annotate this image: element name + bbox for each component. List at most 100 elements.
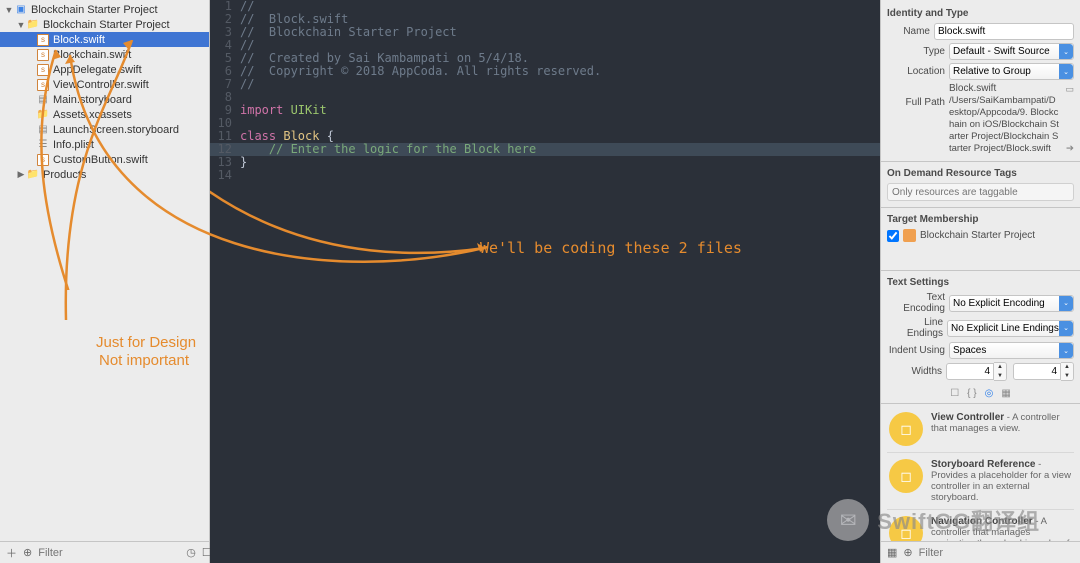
file-label: AppDelegate.swift [53, 64, 142, 76]
swift-file-icon: s [36, 78, 50, 92]
field-label: Text Encoding [887, 292, 945, 314]
line-endings-select[interactable]: No Explicit Line Endings [947, 320, 1074, 337]
section-title: On Demand Resource Tags [887, 168, 1074, 179]
group-name: Blockchain Starter Project [43, 19, 170, 31]
watermark: ✉ SwiftGG翻译组 [827, 499, 1040, 541]
chevron-down-icon: ⌄ [1059, 343, 1073, 358]
stepper-up-icon[interactable]: ▲ [994, 363, 1006, 372]
indent-width-input[interactable] [1013, 363, 1061, 380]
file-label: Assets.xcassets [53, 109, 132, 121]
folder-icon: 📁 [26, 18, 40, 32]
target-checkbox[interactable] [887, 230, 899, 242]
library-item[interactable]: ◻View Controller - A controller that man… [887, 406, 1074, 453]
xcode-project-icon: ▣ [14, 3, 28, 17]
products-group[interactable]: ▶ 📁 Products [0, 167, 209, 182]
disclosure-icon[interactable]: ▶ [16, 169, 26, 180]
folder-icon[interactable]: ▭ [1065, 84, 1074, 95]
stepper-down-icon[interactable]: ▼ [994, 372, 1006, 381]
field-label: Location [887, 66, 945, 77]
project-navigator: ▼ ▣ Blockchain Starter Project ▼ 📁 Block… [0, 0, 210, 563]
object-icon: ◻ [889, 412, 923, 446]
swift-file-icon: s [36, 153, 50, 167]
file-row[interactable]: ▤Main.storyboard [0, 92, 209, 107]
code-snippet-tab-icon[interactable]: { } [967, 388, 976, 399]
grid-view-icon[interactable]: ▦ [887, 546, 897, 559]
navigator-list[interactable]: ▼ ▣ Blockchain Starter Project ▼ 📁 Block… [0, 0, 209, 541]
recent-icon[interactable]: ◷ [186, 546, 196, 560]
stepper-up-icon[interactable]: ▲ [1061, 363, 1073, 372]
file-row[interactable]: sBlock.swift [0, 32, 209, 47]
file-label: Blockchain.swift [53, 49, 131, 61]
assets-icon: 📁 [36, 108, 50, 122]
filter-icon[interactable]: ⊕ [23, 546, 32, 560]
swift-file-icon: s [36, 33, 50, 47]
field-label: Line Endings [887, 317, 943, 339]
relative-path: Block.swift▭ [949, 83, 1074, 94]
library-footer: ▦ ⊕ [881, 541, 1080, 563]
inspector-panel: Identity and Type Name Type Default - Sw… [880, 0, 1080, 563]
file-label: Info.plist [53, 139, 94, 151]
object-icon: ◻ [889, 459, 923, 493]
swift-file-icon: s [36, 48, 50, 62]
project-name: Blockchain Starter Project [31, 4, 158, 16]
media-library-tab-icon[interactable]: ▦ [1001, 388, 1010, 399]
type-select[interactable]: Default - Swift Source [949, 43, 1074, 60]
source-editor[interactable]: 1//2// Block.swift3// Blockchain Starter… [210, 0, 880, 563]
chevron-down-icon: ⌄ [1059, 64, 1073, 79]
section-title: Identity and Type [887, 8, 1074, 19]
file-template-tab-icon[interactable]: ☐ [950, 388, 959, 399]
tab-width-input[interactable] [946, 363, 994, 380]
target-name: Blockchain Starter Project [920, 230, 1035, 241]
wechat-icon: ✉ [827, 499, 869, 541]
field-label: Full Path [887, 97, 945, 108]
file-row[interactable]: ☰Info.plist [0, 137, 209, 152]
library-item-title: Storyboard Reference [931, 459, 1035, 470]
field-label: Indent Using [887, 345, 945, 356]
disclosure-icon[interactable]: ▼ [4, 5, 14, 15]
name-input[interactable] [934, 23, 1074, 40]
chevron-down-icon: ⌄ [1059, 321, 1073, 336]
file-label: ViewController.swift [53, 79, 149, 91]
library-item-title: View Controller [931, 412, 1004, 423]
navigator-footer: ＋ ⊕ ◷ ☐ [0, 541, 209, 563]
chevron-down-icon: ⌄ [1059, 296, 1073, 311]
stepper-down-icon[interactable]: ▼ [1061, 372, 1073, 381]
file-row[interactable]: sViewController.swift [0, 77, 209, 92]
filter-icon[interactable]: ⊕ [903, 546, 912, 559]
file-row[interactable]: ▤LaunchScreen.storyboard [0, 122, 209, 137]
file-label: CustomButton.swift [53, 154, 148, 166]
text-encoding-select[interactable]: No Explicit Encoding [949, 295, 1074, 312]
section-title: Target Membership [887, 214, 1074, 225]
storyboard-icon: ▤ [36, 123, 50, 137]
swift-file-icon: s [36, 63, 50, 77]
field-label: Name [887, 26, 930, 37]
group-name: Products [43, 169, 86, 181]
folder-icon: 📁 [26, 168, 40, 182]
library-filter-input[interactable] [919, 547, 1074, 559]
disclosure-icon[interactable]: ▼ [16, 20, 26, 30]
storyboard-icon: ▤ [36, 93, 50, 107]
resource-tags-input [887, 183, 1074, 201]
project-root[interactable]: ▼ ▣ Blockchain Starter Project [0, 2, 209, 17]
file-label: Main.storyboard [53, 94, 132, 106]
file-label: Block.swift [53, 34, 105, 46]
file-row[interactable]: sAppDelegate.swift [0, 62, 209, 77]
add-icon[interactable]: ＋ [6, 546, 17, 560]
plist-icon: ☰ [36, 138, 50, 152]
group-folder[interactable]: ▼ 📁 Blockchain Starter Project [0, 17, 209, 32]
field-label: Type [887, 46, 945, 57]
file-row[interactable]: 📁Assets.xcassets [0, 107, 209, 122]
file-row[interactable]: sCustomButton.swift [0, 152, 209, 167]
file-label: LaunchScreen.storyboard [53, 124, 179, 136]
reveal-arrow-icon[interactable]: ➔ [1066, 143, 1074, 155]
library-tabs[interactable]: ☐ { } ◎ ▦ [887, 384, 1074, 401]
chevron-down-icon: ⌄ [1059, 44, 1073, 59]
file-row[interactable]: sBlockchain.swift [0, 47, 209, 62]
section-title: Text Settings [887, 277, 1074, 288]
annotation-text: We'll be coding these 2 files [480, 239, 742, 257]
object-library-tab-icon[interactable]: ◎ [985, 388, 994, 399]
location-select[interactable]: Relative to Group [949, 63, 1074, 80]
navigator-filter-input[interactable] [38, 547, 180, 559]
indent-using-select[interactable]: Spaces [949, 342, 1074, 359]
field-label: Widths [887, 366, 942, 377]
